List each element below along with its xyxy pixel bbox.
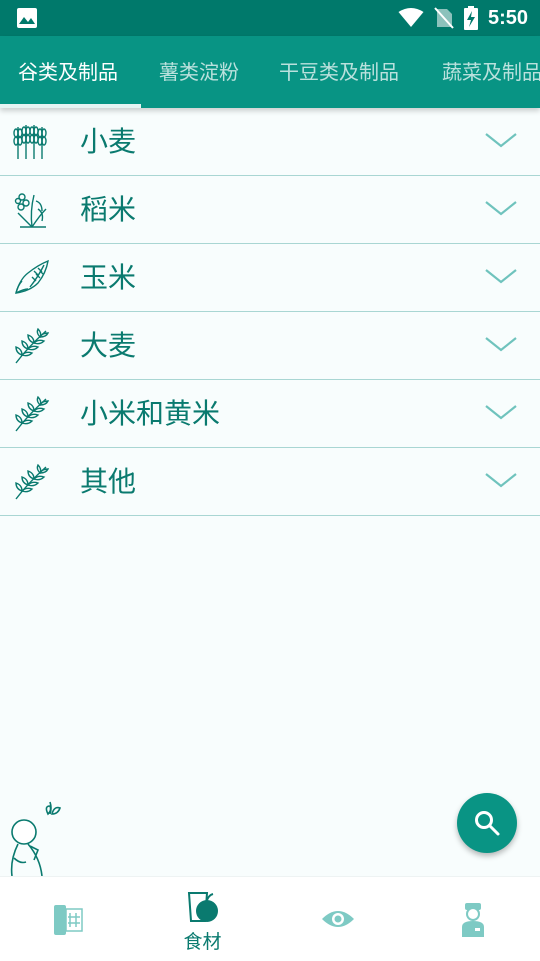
image-icon — [17, 8, 37, 28]
nav-observe[interactable] — [270, 877, 405, 961]
search-icon — [475, 811, 500, 836]
food-category-list: 小麦 稻米 玉米 大麦 小米和黄米 其他 — [0, 108, 540, 516]
status-bar: 5:50 — [0, 0, 540, 36]
corn-icon — [15, 259, 49, 294]
category-label: 稻米 — [80, 193, 137, 226]
nav-recipes[interactable] — [0, 877, 135, 961]
chevron-down-icon[interactable] — [484, 264, 518, 288]
battery-charging-icon — [463, 6, 478, 30]
category-label: 大麦 — [80, 329, 137, 362]
chevron-down-icon[interactable] — [484, 400, 518, 424]
tab-dry-beans[interactable]: 干豆类及制品 — [279, 36, 399, 108]
ingredients-icon — [187, 892, 218, 922]
recipe-book-icon — [53, 905, 83, 935]
category-label: 玉米 — [80, 261, 137, 294]
grain-sprig-icon — [15, 327, 50, 364]
search-button[interactable] — [457, 793, 517, 853]
no-sim-icon — [434, 7, 454, 29]
eye-icon — [321, 911, 354, 927]
grain-sprig-icon — [15, 463, 50, 500]
list-item[interactable]: 玉米 — [0, 244, 540, 312]
list-item[interactable]: 其他 — [0, 448, 540, 516]
wifi-icon — [398, 8, 424, 27]
grain-sprig-icon — [15, 395, 50, 432]
list-item[interactable]: 稻米 — [0, 176, 540, 244]
chevron-down-icon[interactable] — [484, 332, 518, 356]
category-label: 小麦 — [80, 125, 137, 158]
list-item[interactable]: 大麦 — [0, 312, 540, 380]
nav-ingredients[interactable]: 食材 — [135, 877, 270, 961]
chevron-down-icon[interactable] — [484, 196, 518, 220]
wheat-icon — [13, 125, 47, 159]
bottom-navigation: 食材 — [0, 876, 540, 961]
tab-tubers-starch[interactable]: 薯类淀粉 — [159, 36, 239, 108]
mascot-illustration — [10, 801, 62, 876]
doctor-icon — [461, 903, 484, 937]
category-label: 其他 — [80, 465, 137, 498]
nav-label: 食材 — [183, 931, 222, 953]
list-item[interactable]: 小麦 — [0, 108, 540, 176]
tab-vegetables[interactable]: 蔬菜及制品 — [442, 36, 540, 108]
category-label: 小米和黄米 — [80, 397, 221, 430]
status-time: 5:50 — [487, 6, 528, 29]
rice-plant-icon — [14, 193, 47, 228]
tab-grains[interactable]: 谷类及制品 — [18, 36, 118, 108]
list-item[interactable]: 小米和黄米 — [0, 380, 540, 448]
nav-doctor[interactable] — [405, 877, 540, 961]
chevron-down-icon[interactable] — [484, 468, 518, 492]
category-tab-bar: 谷类及制品 薯类淀粉 干豆类及制品 蔬菜及制品 — [0, 36, 540, 108]
chevron-down-icon[interactable] — [484, 128, 518, 152]
